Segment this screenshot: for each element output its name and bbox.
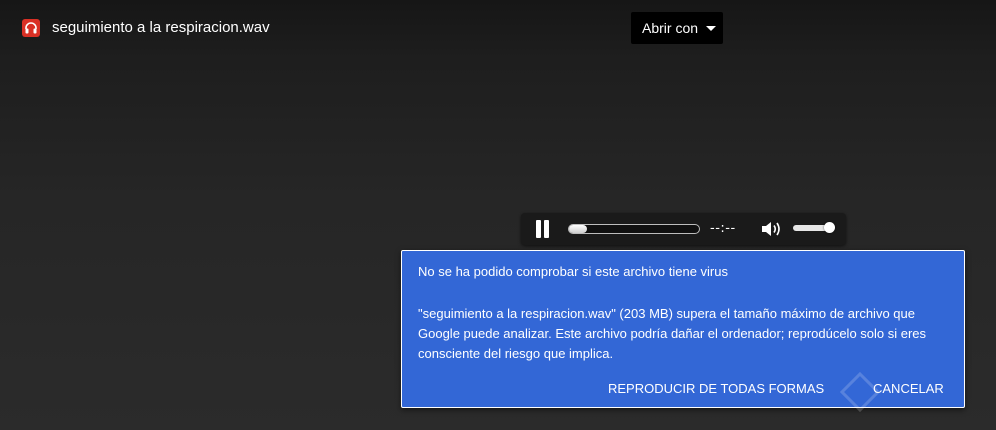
cancel-button[interactable]: CANCELAR — [873, 381, 944, 397]
top-bar: seguimiento a la respiracion.wav Abrir c… — [0, 0, 996, 56]
open-with-button[interactable]: Abrir con — [631, 12, 723, 44]
pause-button[interactable] — [535, 220, 551, 238]
file-title: seguimiento a la respiracion.wav — [52, 19, 270, 36]
virus-warning-dialog: No se ha podido comprobar si este archiv… — [401, 250, 965, 408]
open-with-label: Abrir con — [642, 20, 699, 36]
time-display: --:-- — [710, 221, 736, 236]
warning-message: "seguimiento a la respiracion.wav" (203 … — [418, 306, 927, 361]
headphones-icon — [22, 19, 40, 37]
play-anyway-button[interactable]: REPRODUCIR DE TODAS FORMAS — [608, 381, 824, 397]
volume-slider[interactable] — [793, 222, 835, 233]
watermark-logo — [839, 371, 881, 413]
volume-slider-knob[interactable] — [824, 222, 835, 233]
pause-icon — [536, 220, 541, 238]
warning-title: No se ha podido comprobar si este archiv… — [418, 264, 728, 279]
chevron-down-icon — [706, 26, 716, 31]
seek-bar-thumb[interactable] — [569, 225, 587, 233]
volume-icon[interactable] — [761, 220, 785, 238]
seek-bar[interactable] — [568, 224, 700, 234]
audio-player: --:-- — [521, 213, 846, 245]
